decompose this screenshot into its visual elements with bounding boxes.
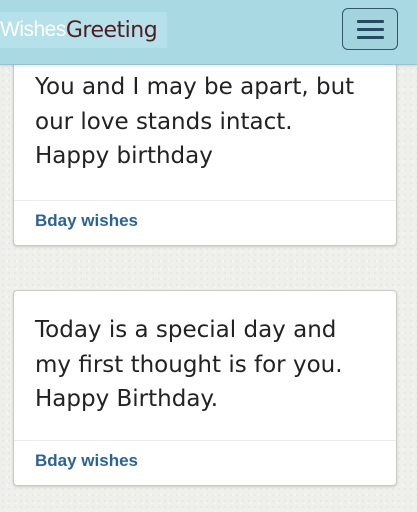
wish-text-line: Happy Birthday. [35, 386, 219, 412]
hamburger-icon-bar-3 [356, 35, 384, 39]
wish-text-line: You and I may be apart, but [35, 74, 355, 100]
wish-text-line: Happy birthday [35, 143, 213, 169]
wish-text: Today is a special day and my first thou… [35, 313, 380, 417]
category-link-bday-wishes[interactable]: Bday wishes [35, 451, 138, 471]
logo-text-greeting: Greeting [65, 17, 158, 43]
hamburger-icon-bar-2 [356, 27, 384, 31]
card-footer: Bday wishes [14, 440, 396, 485]
app-header: Wishes Greeting [0, 0, 417, 65]
card-footer: Bday wishes [14, 200, 396, 245]
wish-text-line: Today is a special day and [35, 317, 337, 343]
category-link-bday-wishes[interactable]: Bday wishes [35, 211, 138, 231]
wish-card: Today is a special day and my first thou… [13, 290, 397, 486]
menu-toggle-button[interactable] [342, 8, 398, 50]
wish-text: You and I may be apart, but our love sta… [35, 70, 380, 174]
wish-text-line: my first thought is for you. [35, 351, 343, 378]
wish-text-line: our love stands intact. [35, 108, 293, 135]
logo-text-wishes: Wishes [0, 18, 66, 41]
hamburger-icon-bar-1 [356, 19, 384, 23]
site-logo[interactable]: Wishes Greeting [0, 12, 168, 48]
